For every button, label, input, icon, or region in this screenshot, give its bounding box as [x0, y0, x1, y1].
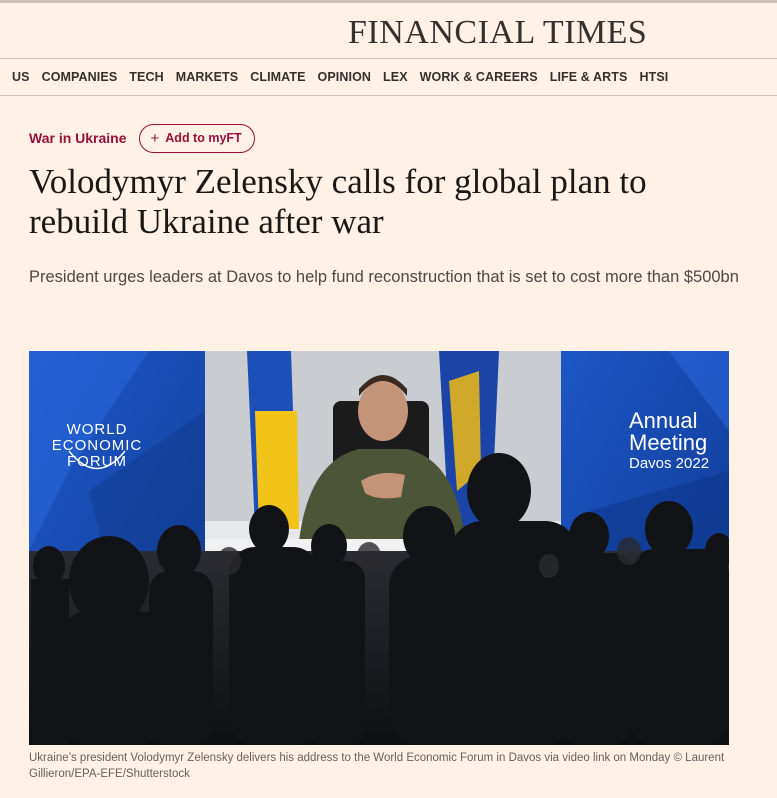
nav-item-climate[interactable]: CLIMATE [250, 70, 305, 84]
nav-item-opinion[interactable]: OPINION [318, 70, 371, 84]
davos-photo-illustration: WORLD ECONOMIC FORUM Annual Meeting Davo… [29, 351, 729, 745]
annual-meeting-line-2: Meeting [629, 430, 707, 455]
nav-item-us[interactable]: US [12, 70, 30, 84]
primary-nav: US COMPANIES TECH MARKETS CLIMATE OPINIO… [0, 58, 777, 96]
article-photo: WORLD ECONOMIC FORUM Annual Meeting Davo… [29, 351, 729, 745]
nav-item-tech[interactable]: TECH [129, 70, 163, 84]
headline: Volodymyr Zelensky calls for global plan… [29, 162, 647, 241]
wef-logo-line-1: WORLD [67, 421, 128, 438]
annual-meeting-line-3: Davos 2022 [629, 455, 709, 472]
nav-item-lex[interactable]: LEX [383, 70, 408, 84]
topic-row: War in Ukraine + Add to myFT [29, 123, 255, 153]
add-to-myft-button[interactable]: + Add to myFT [138, 123, 255, 153]
wef-logo-line-2: ECONOMIC [52, 437, 143, 454]
nav-item-htsi[interactable]: HTSI [639, 70, 668, 84]
nav-item-work-careers[interactable]: WORK & CAREERS [420, 70, 538, 84]
topic-link[interactable]: War in Ukraine [29, 130, 127, 146]
ft-logo[interactable]: FINANCIAL TIMES [348, 14, 647, 52]
nav-item-life-arts[interactable]: LIFE & ARTS [550, 70, 628, 84]
photo-caption: Ukraine’s president Volodymyr Zelensky d… [29, 752, 725, 780]
add-to-myft-label: Add to myFT [165, 131, 242, 145]
masthead: FINANCIAL TIMES [0, 12, 777, 58]
wef-logo-line-3: FORUM [67, 453, 127, 470]
standfirst: President urges leaders at Davos to help… [29, 268, 739, 286]
nav-item-markets[interactable]: MARKETS [176, 70, 239, 84]
nav-item-companies[interactable]: COMPANIES [42, 70, 118, 84]
plus-icon: + [150, 129, 160, 147]
top-rule [0, 0, 777, 3]
